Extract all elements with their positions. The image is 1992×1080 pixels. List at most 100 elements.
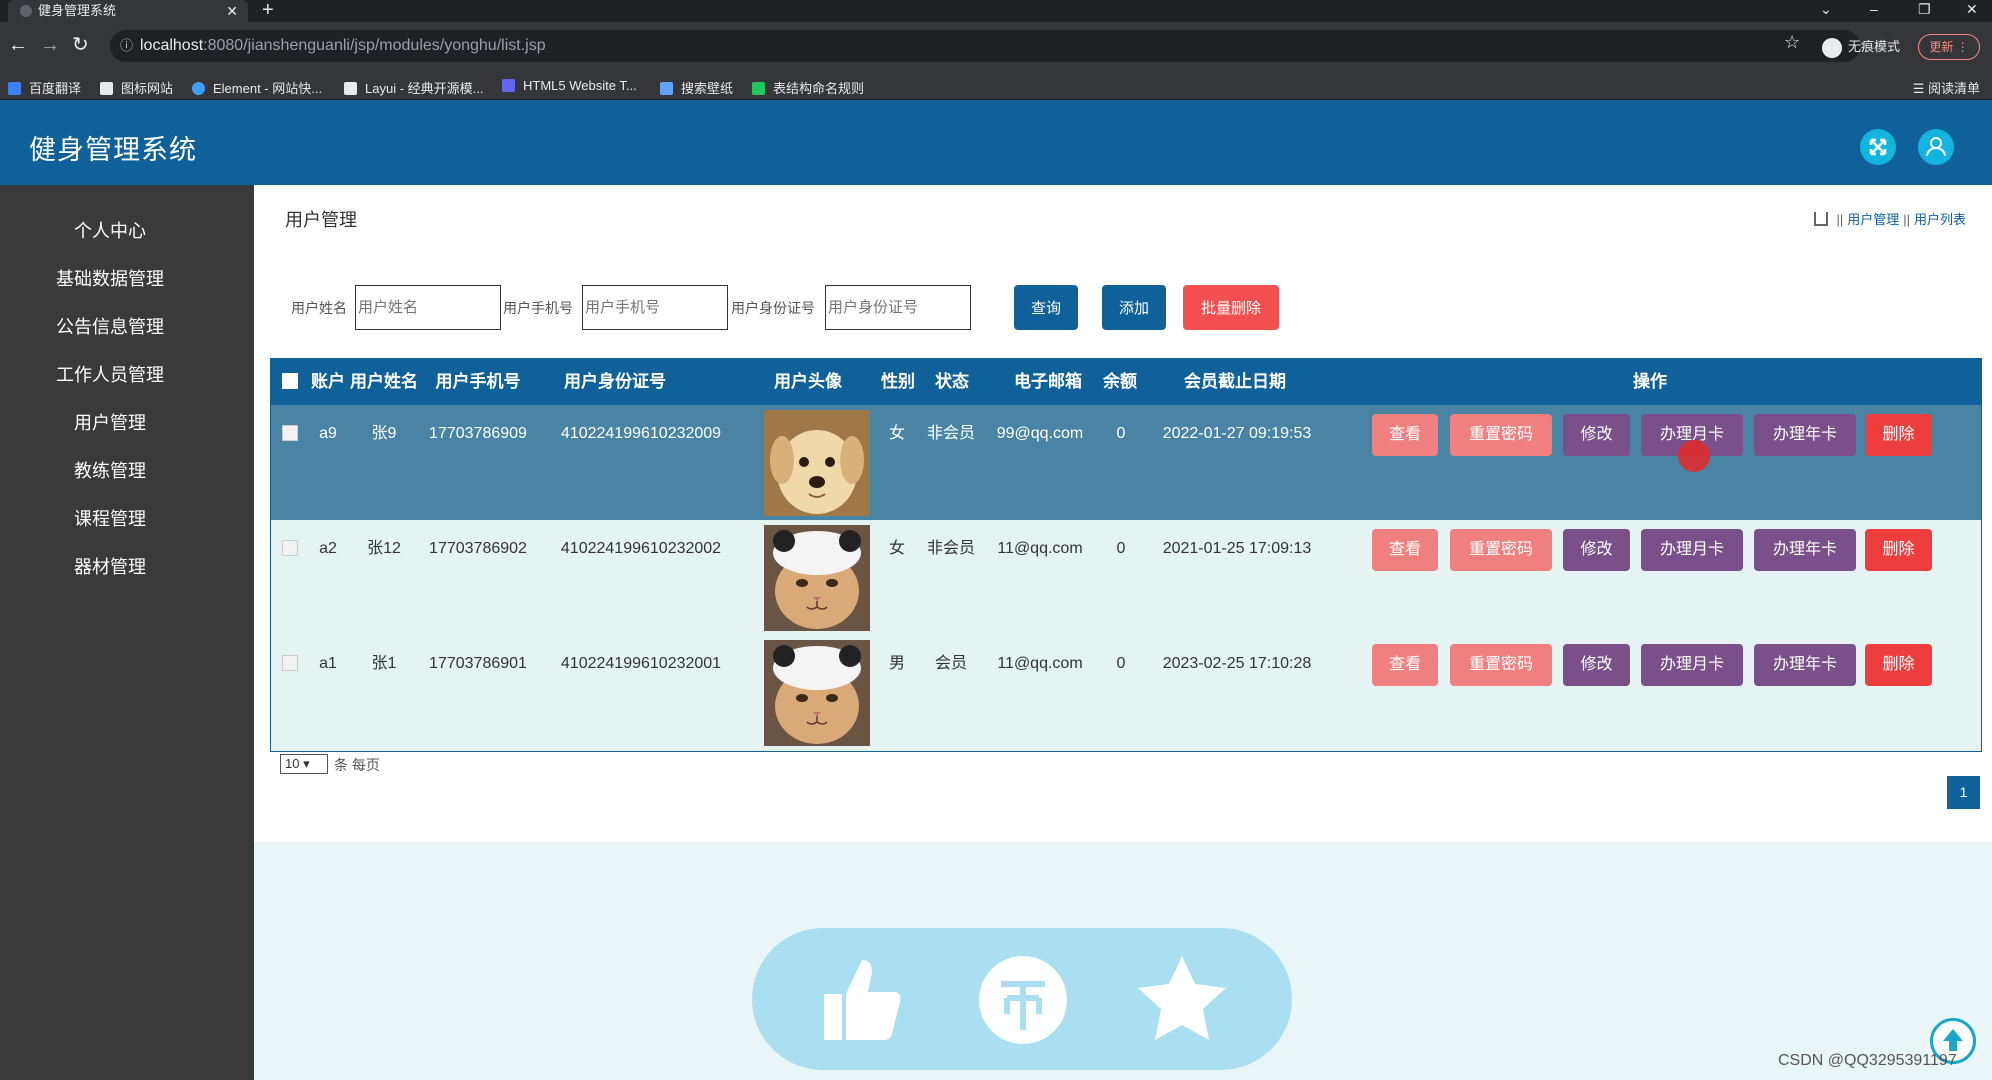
view-button[interactable]: 查看 (1372, 644, 1438, 686)
home-icon[interactable] (1814, 212, 1829, 226)
cell-account: a9 (319, 425, 337, 442)
reset-password-button[interactable]: 重置密码 (1450, 644, 1552, 686)
delete-button[interactable]: 删除 (1865, 644, 1932, 686)
edit-button[interactable]: 修改 (1563, 529, 1630, 571)
sidebar-item-personal-center[interactable]: 个人中心 (0, 216, 220, 246)
row-checkbox[interactable] (282, 425, 298, 441)
row-checkbox[interactable] (282, 540, 298, 556)
select-all-checkbox[interactable] (282, 373, 298, 389)
page-number-button[interactable]: 1 (1947, 776, 1980, 809)
sidebar-item-basic-data[interactable]: 基础数据管理 (0, 264, 220, 294)
reset-password-button[interactable]: 重置密码 (1450, 414, 1552, 456)
bookmark-label: Layui - 经典开源模... (365, 81, 484, 96)
user-icon[interactable] (1918, 129, 1954, 165)
breadcrumb-users[interactable]: 用户管理 (1847, 212, 1899, 227)
tab-search-icon[interactable]: ⌄ (1820, 0, 1832, 22)
monthly-card-button[interactable]: 办理月卡 (1641, 644, 1743, 686)
reset-password-button[interactable]: 重置密码 (1450, 529, 1552, 571)
header-expire-date: 会员截止日期 (1184, 372, 1286, 391)
table-row[interactable]: a2 张12 17703786902 410224199610232002 女 … (271, 520, 1981, 635)
update-button[interactable]: 更新 ⋮ (1918, 34, 1980, 60)
yearly-card-button[interactable]: 办理年卡 (1754, 644, 1856, 686)
translate-icon (8, 82, 21, 95)
watermark: CSDN @QQ3295391197 (1778, 1052, 1957, 1069)
restore-icon[interactable]: ❐ (1918, 0, 1931, 22)
tab-close-icon[interactable]: ✕ (226, 0, 238, 22)
tab-favicon-icon (20, 5, 32, 17)
per-page-label: 条 每页 (334, 757, 380, 773)
tab-title: 健身管理系统 (38, 3, 117, 18)
cell-account: a1 (319, 655, 337, 672)
view-button[interactable]: 查看 (1372, 529, 1438, 571)
cell-email: 11@qq.com (997, 655, 1083, 672)
reading-list[interactable]: ☰ 阅读清单 (1913, 78, 1980, 97)
add-button[interactable]: 添加 (1102, 285, 1166, 330)
sidebar-item-announcements[interactable]: 公告信息管理 (0, 312, 220, 342)
sidebar-item-users[interactable]: 用户管理 (0, 408, 220, 438)
forward-icon[interactable]: → (40, 34, 60, 56)
bookmark-label: 搜索壁纸 (681, 81, 734, 96)
query-button[interactable]: 查询 (1014, 285, 1078, 330)
element-icon (192, 82, 205, 95)
cell-account: a2 (319, 540, 337, 557)
favorite-star-icon[interactable] (1132, 950, 1232, 1050)
phone-search-input[interactable] (582, 285, 728, 330)
site-info-icon[interactable]: ⓘ (120, 30, 133, 62)
coin-icon[interactable] (977, 954, 1069, 1046)
header-phone: 用户手机号 (435, 372, 521, 391)
sidebar-item-staff[interactable]: 工作人员管理 (0, 360, 220, 390)
sidebar-item-equipment[interactable]: 器材管理 (0, 552, 220, 582)
header-actions: 操作 (1633, 372, 1667, 391)
update-label: 更新 (1929, 40, 1954, 54)
monthly-card-button[interactable]: 办理月卡 (1641, 529, 1743, 571)
edit-button[interactable]: 修改 (1563, 644, 1630, 686)
reload-icon[interactable]: ↻ (72, 34, 89, 56)
minimize-icon[interactable]: – (1870, 0, 1878, 22)
cell-balance: 0 (1116, 425, 1126, 442)
bookmark-item[interactable]: 搜索壁纸 (660, 78, 733, 97)
window-close-icon[interactable]: ✕ (1966, 0, 1978, 22)
batch-delete-button[interactable]: 批量删除 (1183, 285, 1279, 330)
app-title: 健身管理系统 (29, 135, 197, 165)
fullscreen-icon[interactable] (1860, 129, 1896, 165)
thumbs-up-icon[interactable] (812, 950, 912, 1050)
bookmark-item[interactable]: 百度翻译 (8, 78, 81, 97)
name-search-input[interactable] (355, 285, 501, 330)
view-button[interactable]: 查看 (1372, 414, 1438, 456)
table-row[interactable]: a1 张1 17703786901 410224199610232001 男 会… (271, 635, 1981, 750)
sidebar-item-courses[interactable]: 课程管理 (0, 504, 220, 534)
incognito-indicator[interactable]: 无痕模式 (1822, 36, 1900, 58)
app-header: 健身管理系统 (0, 100, 1992, 185)
url-host: localhost (140, 37, 204, 54)
bookmark-item[interactable]: 表结构命名规则 (752, 78, 864, 97)
action-overlay (752, 928, 1292, 1070)
id-card-search-input[interactable] (825, 285, 971, 330)
new-tab-button[interactable]: + (262, 0, 274, 20)
bookmark-item[interactable]: 图标网站 (100, 78, 173, 97)
delete-button[interactable]: 删除 (1865, 529, 1932, 571)
sidebar-item-coaches[interactable]: 教练管理 (0, 456, 220, 486)
bookmark-item[interactable]: HTML5 Website T... (502, 78, 637, 93)
delete-button[interactable]: 删除 (1865, 414, 1932, 456)
yearly-card-button[interactable]: 办理年卡 (1754, 529, 1856, 571)
bookmark-item[interactable]: Layui - 经典开源模... (344, 78, 483, 97)
name-label: 用户姓名 (291, 300, 347, 316)
cell-email: 11@qq.com (997, 540, 1083, 557)
edit-button[interactable]: 修改 (1563, 414, 1630, 456)
address-bar[interactable]: ⓘ localhost:8080/jianshenguanli/jsp/modu… (110, 30, 1860, 62)
row-checkbox[interactable] (282, 655, 298, 671)
cursor-highlight (1678, 440, 1710, 472)
cell-email: 99@qq.com (996, 425, 1084, 442)
cell-status: 会员 (934, 655, 967, 672)
page-size-select[interactable]: 10 ▾ (280, 754, 328, 774)
back-icon[interactable]: ← (8, 34, 28, 56)
breadcrumb-separator: || (1836, 212, 1844, 227)
browser-tab[interactable]: 健身管理系统 ✕ (8, 0, 248, 22)
table-row[interactable]: a9 张9 17703786909 410224199610232009 女 非… (271, 405, 1981, 520)
bookmark-item[interactable]: Element - 网站快... (192, 78, 322, 97)
header-gender: 性别 (881, 372, 915, 391)
html5-icon (502, 79, 515, 92)
bookmark-star-icon[interactable]: ☆ (1784, 32, 1800, 53)
cell-gender: 女 (888, 425, 905, 442)
yearly-card-button[interactable]: 办理年卡 (1754, 414, 1856, 456)
